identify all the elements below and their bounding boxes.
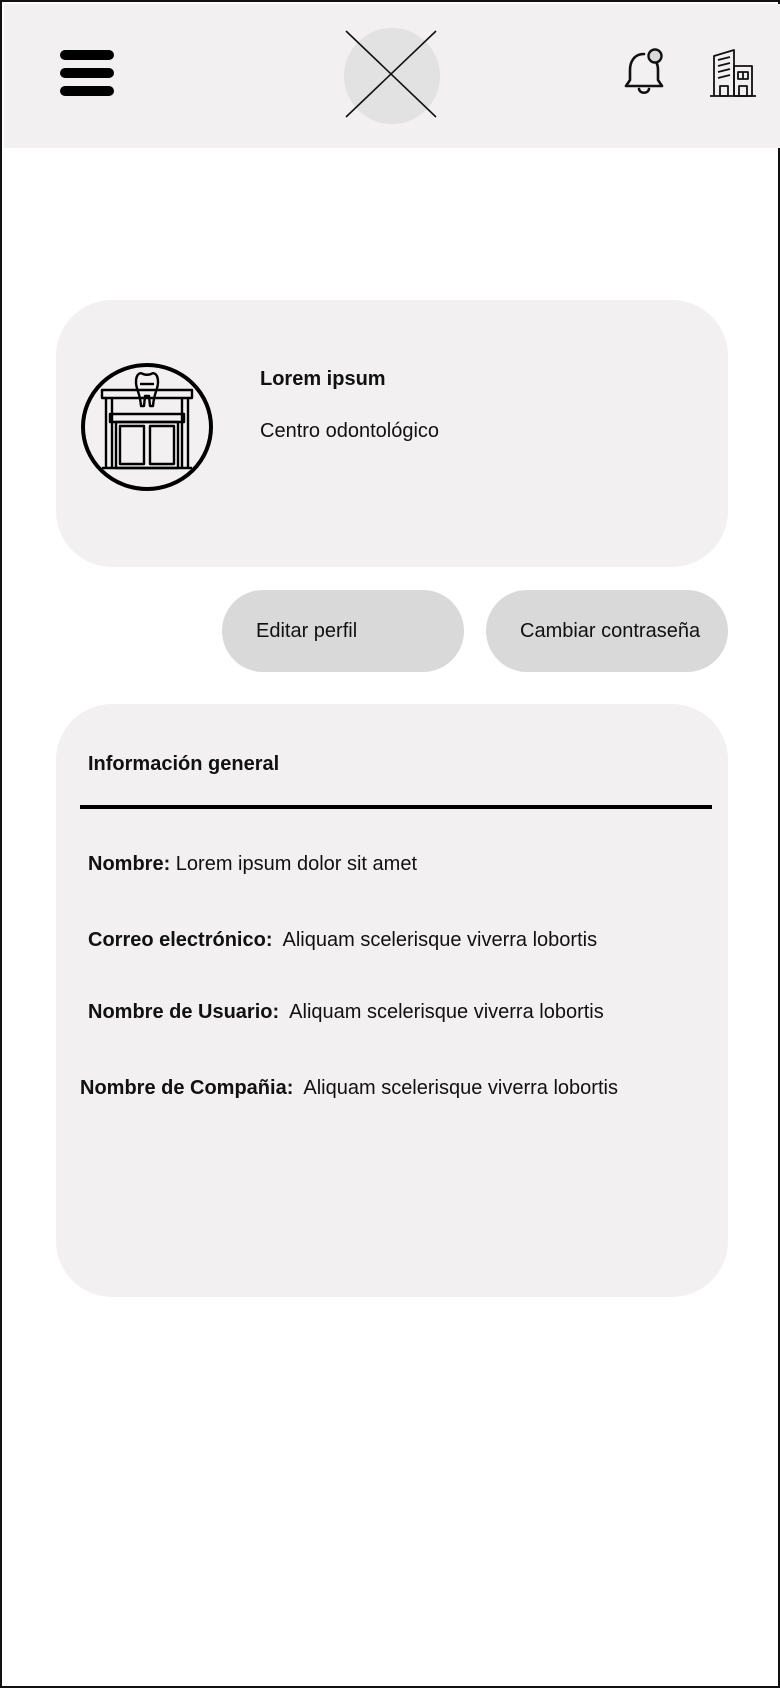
general-info-title: Información general [88,753,280,775]
info-row-compania: Nombre de Compañia: Aliquam scelerisque … [80,1077,618,1100]
edit-profile-button[interactable]: Editar perfil [222,590,464,672]
compania-value: Aliquam scelerisque viverra lobortis [303,1077,618,1099]
info-row-usuario: Nombre de Usuario: Aliquam scelerisque v… [88,1001,604,1024]
divider [80,805,712,809]
info-row-correo: Correo electrónico: Aliquam scelerisque … [88,929,597,952]
screen-frame: Lorem ipsum Centro odontológico Editar p… [0,0,780,1688]
compania-label: Nombre de Compañia: [80,1077,294,1099]
bell-icon[interactable] [624,48,668,96]
profile-type: Centro odontológico [260,420,440,442]
info-row-nombre: Nombre: Lorem ipsum dolor sit amet [88,853,417,876]
correo-value: Aliquam scelerisque viverra lobortis [282,929,598,951]
change-password-button[interactable]: Cambiar contraseña [486,590,728,672]
profile-name: Lorem ipsum [260,368,386,390]
nombre-label: Nombre: [88,853,171,875]
nombre-value: Lorem ipsum dolor sit amet [175,853,417,875]
logo-placeholder-icon [342,26,442,126]
usuario-value: Aliquam scelerisque viverra lobortis [289,1001,604,1023]
usuario-label: Nombre de Usuario: [88,1001,280,1023]
building-icon[interactable] [708,46,758,98]
hamburger-menu-icon[interactable] [60,50,116,100]
dental-clinic-icon [80,362,214,492]
correo-label: Correo electrónico: [88,929,273,951]
